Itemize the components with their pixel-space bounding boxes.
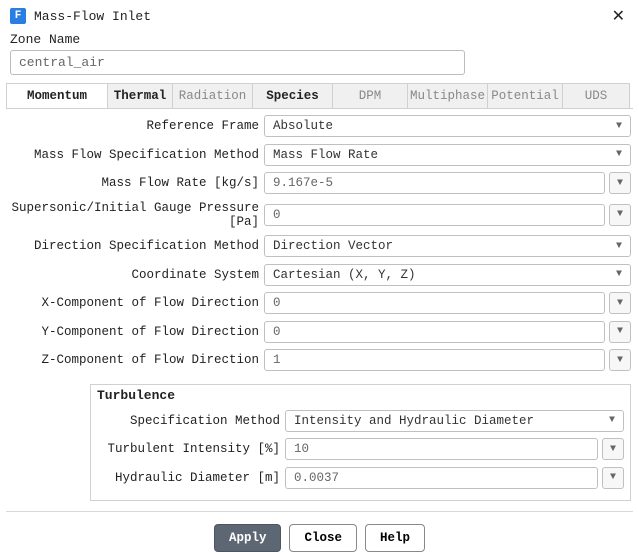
input-mass_flow_rate[interactable]: 9.167e-5 bbox=[264, 172, 605, 194]
tab-uds[interactable]: UDS bbox=[563, 83, 630, 108]
turbulence-section: Turbulence Specification MethodIntensity… bbox=[90, 384, 631, 502]
button-bar: Apply Close Help bbox=[6, 511, 633, 552]
label-reference_frame: Reference Frame bbox=[8, 119, 264, 133]
row-y_comp: Y-Component of Flow Direction0▼ bbox=[8, 321, 631, 343]
options-diameter[interactable]: ▼ bbox=[602, 467, 624, 489]
row-reference_frame: Reference FrameAbsolute▼ bbox=[8, 115, 631, 137]
tab-radiation[interactable]: Radiation bbox=[173, 83, 253, 108]
row-dir_spec_method: Direction Specification MethodDirection … bbox=[8, 235, 631, 257]
options-x_comp[interactable]: ▼ bbox=[609, 292, 631, 314]
row-diameter: Hydraulic Diameter [m]0.0037▼ bbox=[97, 467, 624, 489]
chevron-down-icon: ▼ bbox=[616, 269, 622, 280]
options-mass_flow_rate[interactable]: ▼ bbox=[609, 172, 631, 194]
input-supersonic[interactable]: 0 bbox=[264, 204, 605, 226]
label-z_comp: Z-Component of Flow Direction bbox=[8, 353, 264, 367]
close-icon[interactable]: ✕ bbox=[608, 6, 629, 26]
input-diameter[interactable]: 0.0037 bbox=[285, 467, 598, 489]
options-intensity[interactable]: ▼ bbox=[602, 438, 624, 460]
input-z_comp[interactable]: 1 bbox=[264, 349, 605, 371]
row-supersonic: Supersonic/Initial Gauge Pressure [Pa]0▼ bbox=[8, 201, 631, 229]
help-button[interactable]: Help bbox=[365, 524, 425, 552]
select-spec_method[interactable]: Intensity and Hydraulic Diameter▼ bbox=[285, 410, 624, 432]
row-intensity: Turbulent Intensity [%]10▼ bbox=[97, 438, 624, 460]
options-z_comp[interactable]: ▼ bbox=[609, 349, 631, 371]
label-mf_spec_method: Mass Flow Specification Method bbox=[8, 148, 264, 162]
tab-thermal[interactable]: Thermal bbox=[108, 83, 173, 108]
row-mf_spec_method: Mass Flow Specification MethodMass Flow … bbox=[8, 144, 631, 166]
zone-name-input[interactable] bbox=[10, 50, 465, 75]
momentum-panel: Reference FrameAbsolute▼Mass Flow Specif… bbox=[0, 109, 639, 380]
tabs-bar: MomentumThermalRadiationSpeciesDPMMultip… bbox=[6, 83, 633, 109]
close-button[interactable]: Close bbox=[289, 524, 357, 552]
input-intensity[interactable]: 10 bbox=[285, 438, 598, 460]
label-coord_sys: Coordinate System bbox=[8, 268, 264, 282]
row-z_comp: Z-Component of Flow Direction1▼ bbox=[8, 349, 631, 371]
options-y_comp[interactable]: ▼ bbox=[609, 321, 631, 343]
select-mf_spec_method[interactable]: Mass Flow Rate▼ bbox=[264, 144, 631, 166]
zone-name-label: Zone Name bbox=[10, 32, 629, 47]
tab-dpm[interactable]: DPM bbox=[333, 83, 408, 108]
select-dir_spec_method[interactable]: Direction Vector▼ bbox=[264, 235, 631, 257]
turbulence-title: Turbulence bbox=[91, 385, 630, 406]
app-icon: F bbox=[10, 8, 26, 24]
row-spec_method: Specification MethodIntensity and Hydrau… bbox=[97, 410, 624, 432]
label-intensity: Turbulent Intensity [%] bbox=[97, 442, 285, 456]
label-diameter: Hydraulic Diameter [m] bbox=[97, 471, 285, 485]
label-dir_spec_method: Direction Specification Method bbox=[8, 239, 264, 253]
zone-block: Zone Name bbox=[0, 30, 639, 81]
row-mass_flow_rate: Mass Flow Rate [kg/s]9.167e-5▼ bbox=[8, 172, 631, 194]
input-y_comp[interactable]: 0 bbox=[264, 321, 605, 343]
tab-multiphase[interactable]: Multiphase bbox=[408, 83, 488, 108]
tab-momentum[interactable]: Momentum bbox=[6, 83, 108, 108]
tab-species[interactable]: Species bbox=[253, 83, 333, 108]
label-x_comp: X-Component of Flow Direction bbox=[8, 296, 264, 310]
label-spec_method: Specification Method bbox=[97, 414, 285, 428]
window-title: Mass-Flow Inlet bbox=[34, 9, 600, 24]
input-x_comp[interactable]: 0 bbox=[264, 292, 605, 314]
label-y_comp: Y-Component of Flow Direction bbox=[8, 325, 264, 339]
chevron-down-icon: ▼ bbox=[616, 241, 622, 252]
row-coord_sys: Coordinate SystemCartesian (X, Y, Z)▼ bbox=[8, 264, 631, 286]
select-coord_sys[interactable]: Cartesian (X, Y, Z)▼ bbox=[264, 264, 631, 286]
chevron-down-icon: ▼ bbox=[616, 121, 622, 132]
titlebar: F Mass-Flow Inlet ✕ bbox=[0, 0, 639, 30]
label-mass_flow_rate: Mass Flow Rate [kg/s] bbox=[8, 176, 264, 190]
options-supersonic[interactable]: ▼ bbox=[609, 204, 631, 226]
row-x_comp: X-Component of Flow Direction0▼ bbox=[8, 292, 631, 314]
chevron-down-icon: ▼ bbox=[616, 149, 622, 160]
select-reference_frame[interactable]: Absolute▼ bbox=[264, 115, 631, 137]
label-supersonic: Supersonic/Initial Gauge Pressure [Pa] bbox=[8, 201, 264, 229]
apply-button[interactable]: Apply bbox=[214, 524, 282, 552]
chevron-down-icon: ▼ bbox=[609, 415, 615, 426]
tab-potential[interactable]: Potential bbox=[488, 83, 563, 108]
